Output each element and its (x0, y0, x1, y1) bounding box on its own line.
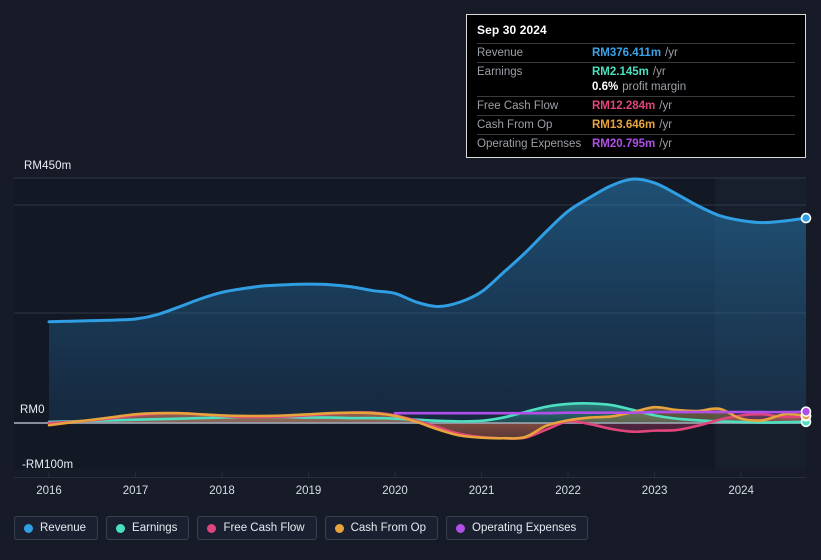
tooltip-row-unit: /yr (659, 119, 673, 131)
legend-item-label: Earnings (132, 522, 178, 534)
chart-tooltip: Sep 30 2024 Revenue RM376.411m/yr Earnings… (466, 14, 806, 158)
tooltip-row: Free Cash Flow RM12.284m/yr (477, 96, 795, 115)
tooltip-row-key: Operating Expenses (477, 138, 582, 150)
legend-item-operating-expenses[interactable]: Operating Expenses (446, 516, 589, 540)
legend-item-revenue[interactable]: Revenue (14, 516, 99, 540)
x-axis-tick-2018: 2018 (209, 485, 235, 497)
legend-color-dot (24, 523, 33, 533)
tooltip-row: 0.6% profit margin (477, 81, 795, 96)
tooltip-row-value: 0.6% (592, 81, 619, 93)
tooltip-row-unit: /yr (659, 100, 673, 112)
tooltip-row-value: RM2.145m (592, 66, 649, 78)
tooltip-row: Cash From Op RM13.646m/yr (477, 115, 795, 134)
x-axis-tick-2016: 2016 (36, 485, 62, 497)
end-marker-operating-expenses (800, 406, 812, 417)
legend-item-label: Cash From Op (350, 522, 427, 534)
end-marker-revenue (800, 212, 812, 224)
chart-legend[interactable]: Revenue Earnings Free Cash Flow Cash From O… (14, 516, 589, 540)
tooltip-row-value: RM376.411m (592, 47, 662, 59)
y-axis-label-bottom: -RM100m (22, 459, 74, 471)
tooltip-row-unit: /yr (652, 66, 666, 78)
line-operating-expenses (393, 410, 808, 415)
tooltip-row-unit: /yr (659, 138, 673, 150)
tooltip-row-key: Earnings (477, 66, 523, 78)
x-axis-tick-2024: 2024 (728, 485, 754, 497)
tooltip-row: Earnings RM2.145m/yr (477, 62, 795, 81)
tooltip-row-key: Revenue (477, 47, 524, 59)
x-axis-tick-2023: 2023 (641, 485, 668, 497)
tooltip-row-unit: /yr (665, 47, 678, 59)
legend-item-label: Revenue (40, 522, 87, 534)
tooltip-row-value: RM12.284m (592, 100, 656, 112)
tooltip-row-key: Cash From Op (477, 119, 553, 131)
tooltip-row: Operating Expenses RM20.795m/yr (477, 134, 795, 153)
legend-item-cash-from-op[interactable]: Cash From Op (324, 516, 439, 540)
financial-chart: RM450m RM0 -RM100m 2016 2017 2018 2019 2020 2… (0, 0, 821, 560)
x-axis-tick-2022: 2022 (555, 485, 581, 497)
x-axis-tick-2019: 2019 (295, 485, 322, 497)
legend-item-label: Operating Expenses (472, 522, 577, 534)
legend-color-dot (334, 523, 344, 533)
legend-item-free-cash-flow[interactable]: Free Cash Flow (197, 516, 317, 540)
legend-color-dot (116, 523, 126, 533)
tooltip-row: Revenue RM376.411m/yr (477, 43, 795, 62)
tooltip-rows: Revenue RM376.411m/yr Earnings RM2.145m/yr 0… (477, 43, 795, 153)
x-axis-tick-2017: 2017 (122, 485, 149, 497)
legend-color-dot (207, 523, 217, 533)
tooltip-row-unit: profit margin (622, 81, 687, 93)
x-axis-tick-2020: 2020 (382, 485, 408, 497)
legend-item-label: Free Cash Flow (223, 522, 305, 534)
y-axis-label-zero: RM0 (20, 404, 45, 416)
x-axis-tick-2021: 2021 (468, 485, 495, 497)
tooltip-date: Sep 30 2024 (477, 23, 547, 37)
legend-color-dot (456, 523, 466, 533)
tooltip-row-value: RM20.795m (592, 138, 656, 150)
y-axis-label-top: RM450m (24, 160, 72, 172)
tooltip-row-value: RM13.646m (592, 119, 656, 131)
tooltip-row-key: Free Cash Flow (477, 100, 559, 112)
legend-item-earnings[interactable]: Earnings (106, 516, 190, 540)
